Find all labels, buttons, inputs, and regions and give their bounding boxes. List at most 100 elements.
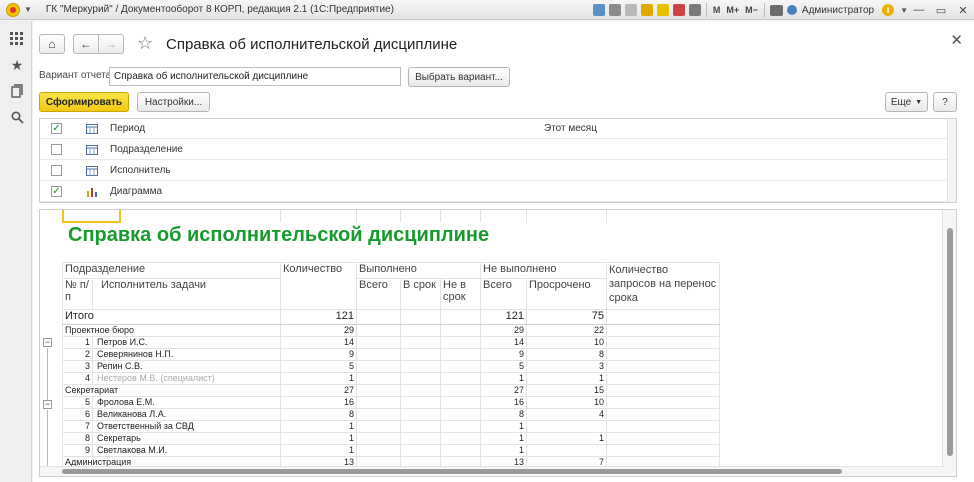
collapse-group-icon[interactable]: − <box>43 400 52 409</box>
info-chevron-icon[interactable]: ▼ <box>900 6 908 15</box>
row-executor: Петров И.С. <box>92 336 281 349</box>
header-executor: Исполнитель задачи <box>92 278 281 310</box>
table-row[interactable]: 2 Северянинов Н.П. 9 9 8 <box>62 348 720 361</box>
user-icon <box>786 5 797 15</box>
row-nd-total: 5 <box>480 360 527 373</box>
history-icon[interactable] <box>672 4 685 16</box>
grid-line <box>280 210 281 222</box>
apps-grid-icon[interactable] <box>9 31 25 47</box>
header-done: Выполнено <box>356 262 481 279</box>
row-nd-overdue: 10 <box>526 396 607 409</box>
row-nd-total: 16 <box>480 396 527 409</box>
header-done-total: Всего <box>356 278 401 310</box>
info-icon[interactable]: i <box>882 4 895 16</box>
link-icon[interactable] <box>640 4 653 16</box>
group-nd-total: 27 <box>480 384 527 397</box>
print-icon[interactable] <box>608 4 621 16</box>
header-count: Количество <box>280 262 357 310</box>
window-titlebar: ▼ ГК "Меркурий" / Документооборот 8 КОРП… <box>0 0 974 20</box>
row-num: 6 <box>62 408 93 421</box>
history-icon[interactable] <box>9 83 25 99</box>
header-department: Подразделение <box>62 262 281 279</box>
memory-m-button[interactable]: M <box>713 5 721 15</box>
group-count: 27 <box>280 384 357 397</box>
table-row[interactable]: 8 Секретарь 1 1 1 <box>62 432 720 445</box>
table-row[interactable]: 1 Петров И.С. 14 14 10 <box>62 336 720 349</box>
report-horizontal-scrollbar[interactable] <box>40 466 944 476</box>
collapse-group-icon[interactable]: − <box>43 338 52 347</box>
chart-icon <box>87 188 97 197</box>
select-variant-button[interactable]: Выбрать вариант... <box>408 67 510 87</box>
search-icon[interactable] <box>9 109 25 125</box>
page-title: Справка об исполнительской дисциплине <box>166 36 458 53</box>
settings-button[interactable]: Настройки... <box>137 92 210 112</box>
grid-line <box>480 210 481 222</box>
settings-row-period[interactable]: ✓ Период Этот месяц <box>40 119 956 139</box>
row-nd-total: 9 <box>480 348 527 361</box>
window-list-icon[interactable] <box>769 4 783 16</box>
settings-row-department[interactable]: Подразделение <box>40 140 956 160</box>
department-checkbox[interactable] <box>51 144 62 155</box>
table-row[interactable]: 5 Фролова Е.М. 16 16 10 <box>62 396 720 409</box>
row-nd-total: 14 <box>480 336 527 349</box>
calendar-icon[interactable] <box>688 4 701 16</box>
user-name[interactable]: Администратор <box>802 5 874 16</box>
total-nd-overdue: 75 <box>526 309 607 325</box>
row-nd-overdue: 3 <box>526 360 607 373</box>
scroll-thumb[interactable] <box>947 228 953 456</box>
header-postpone: Количество запросов на перенос срока <box>606 262 720 310</box>
minimize-button[interactable]: — <box>908 0 930 20</box>
generate-button[interactable]: Сформировать <box>39 92 129 112</box>
executor-checkbox[interactable] <box>51 165 62 176</box>
settings-row-chart[interactable]: ✓ Диаграмма <box>40 182 956 202</box>
settings-scrollbar[interactable] <box>947 119 956 202</box>
settings-row-executor[interactable]: Исполнитель <box>40 161 956 181</box>
group-row[interactable]: Проектное бюро 29 29 22 <box>62 324 720 337</box>
row-nd-overdue: 8 <box>526 348 607 361</box>
report-vertical-scrollbar[interactable] <box>942 210 956 476</box>
total-row[interactable]: Итого 121 121 75 <box>62 309 720 325</box>
main-menu-chevron-icon[interactable]: ▼ <box>24 5 32 14</box>
star-icon[interactable]: ★ <box>9 57 25 73</box>
group-row[interactable]: Секретариат 27 27 15 <box>62 384 720 397</box>
row-num: 4 <box>62 372 93 385</box>
table-row[interactable]: 4 Нестеров М.В. (специалист) 1 1 1 <box>62 372 720 385</box>
favorite-star-icon[interactable]: ☆ <box>137 33 153 54</box>
help-button[interactable]: ? <box>933 92 957 112</box>
total-label: Итого <box>62 309 281 325</box>
total-nd-total: 121 <box>480 309 527 325</box>
row-nd-overdue <box>526 420 607 433</box>
memory-mminus-button[interactable]: M− <box>745 5 758 15</box>
group-nd-total: 29 <box>480 324 527 337</box>
group-name: Проектное бюро <box>62 324 281 337</box>
app-logo-icon[interactable] <box>6 2 20 17</box>
back-button[interactable]: ← <box>73 34 99 54</box>
save-icon[interactable] <box>592 4 605 16</box>
header-nd-total: Всего <box>480 278 527 310</box>
table-row[interactable]: 9 Светлакова М.И. 1 1 <box>62 444 720 457</box>
forward-button[interactable]: → <box>98 34 124 54</box>
row-count: 1 <box>280 420 357 433</box>
more-button[interactable]: Еще ▼ <box>885 92 928 112</box>
memory-mplus-button[interactable]: M+ <box>726 5 739 15</box>
settings-row-value[interactable]: Этот месяц <box>544 123 597 134</box>
period-checkbox[interactable]: ✓ <box>51 123 62 134</box>
table-row[interactable]: 7 Ответственный за СВД 1 1 <box>62 420 720 433</box>
variant-input[interactable] <box>109 67 401 86</box>
row-count: 1 <box>280 444 357 457</box>
restore-button[interactable]: ▭ <box>930 0 952 20</box>
favorites-star-icon[interactable] <box>656 4 669 16</box>
scroll-thumb[interactable] <box>62 469 842 474</box>
row-num: 2 <box>62 348 93 361</box>
close-window-button[interactable]: ✕ <box>952 0 974 20</box>
close-form-icon[interactable]: ✕ <box>950 31 963 49</box>
table-row[interactable]: 3 Репин С.В. 5 5 3 <box>62 360 720 373</box>
table-row[interactable]: 6 Великанова Л.А. 8 8 4 <box>62 408 720 421</box>
report-table: Подразделение Количество Выполнено Не вы… <box>62 262 720 469</box>
home-button[interactable]: ⌂ <box>39 34 65 54</box>
row-nd-total: 1 <box>480 432 527 445</box>
row-num: 9 <box>62 444 93 457</box>
chart-checkbox[interactable]: ✓ <box>51 186 62 197</box>
preview-icon[interactable] <box>624 4 637 16</box>
row-executor: Светлакова М.И. <box>92 444 281 457</box>
